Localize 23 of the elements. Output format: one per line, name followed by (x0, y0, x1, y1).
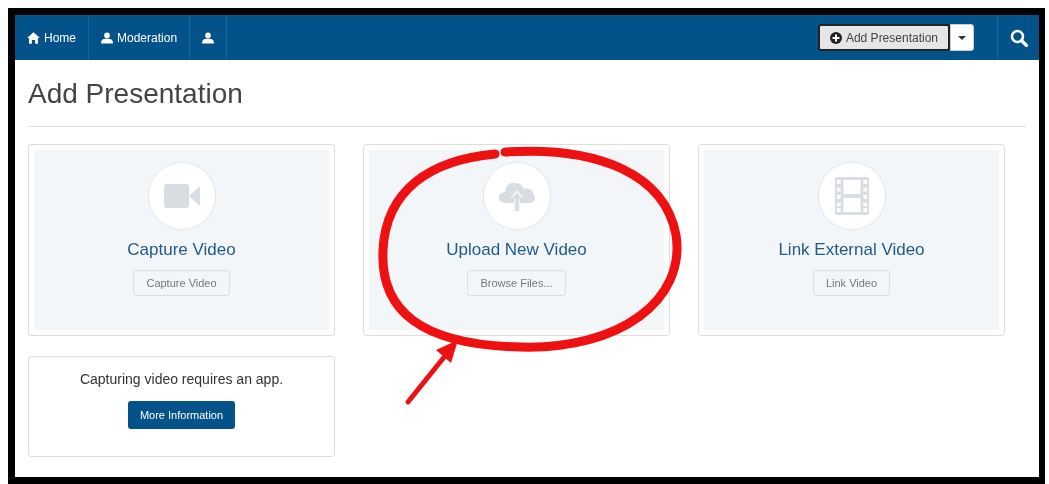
more-information-button[interactable]: More Information (127, 401, 236, 429)
nav-item[interactable]: Home (15, 15, 89, 60)
user-icon (202, 31, 215, 44)
option-button[interactable]: Capture Video (133, 270, 230, 296)
annotation-arrow (405, 340, 458, 405)
option-button[interactable]: Browse Files... (467, 270, 566, 296)
option-title: Upload New Video (446, 240, 587, 260)
cloud-upload-icon (497, 181, 536, 211)
add-presentation-button[interactable]: Add Presentation (817, 24, 950, 51)
film-strip-icon (834, 177, 869, 215)
option-button[interactable]: Link Video (812, 270, 891, 296)
option-title: Link External Video (778, 240, 925, 260)
nav-item[interactable]: Moderation (89, 15, 191, 60)
plus-circle-icon (829, 31, 842, 44)
user-icon (101, 31, 113, 44)
dropdown-button[interactable] (950, 24, 974, 51)
home-icon (27, 31, 40, 44)
video-camera-icon (163, 184, 200, 208)
page-title: Add Presentation (28, 77, 244, 111)
option-title: Capture Video (127, 240, 236, 260)
caret-icon (958, 35, 966, 40)
search-icon (1009, 28, 1028, 47)
notice-text: Capturing video requires an app. (79, 371, 284, 387)
